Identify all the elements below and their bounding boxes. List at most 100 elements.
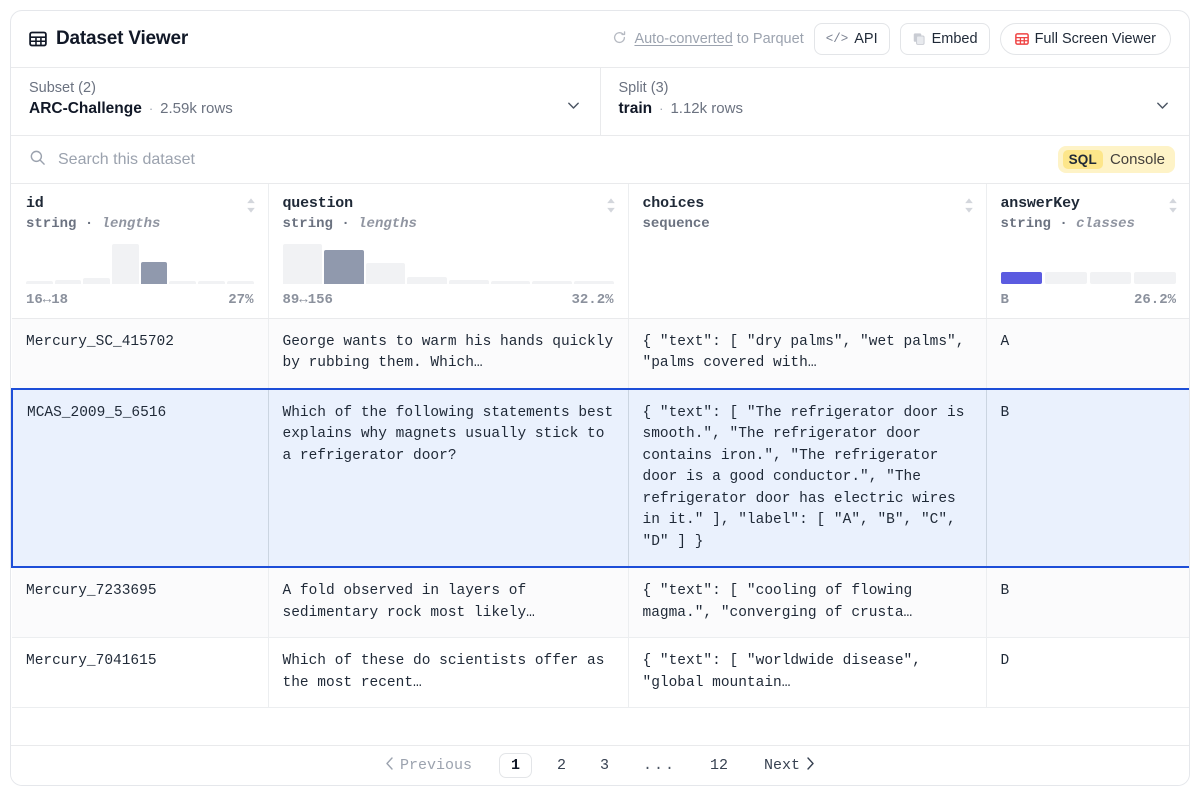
search-input[interactable] bbox=[58, 136, 1058, 183]
chevron-right-icon bbox=[806, 756, 815, 775]
full-screen-viewer-button[interactable]: Full Screen Viewer bbox=[999, 23, 1171, 55]
pagination-page-12[interactable]: 12 bbox=[701, 754, 737, 777]
histogram-bar bbox=[112, 243, 139, 284]
data-table-wrapper: id string · lengths 16↔18 27% question s… bbox=[11, 184, 1189, 745]
column-top-class-answerkey: B bbox=[1000, 291, 1009, 308]
split-selector[interactable]: Split (3) train · 1.12k rows bbox=[599, 68, 1190, 135]
table-body: Mercury_SC_415702 George wants to warm hi… bbox=[11, 318, 1189, 708]
sql-console-button[interactable]: SQL Console bbox=[1057, 146, 1175, 173]
table-grid-icon bbox=[29, 30, 47, 48]
cell-question[interactable]: George wants to warm his hands quickly b… bbox=[268, 318, 629, 389]
column-type-sep: · bbox=[1059, 216, 1068, 232]
column-name-answerkey: answerKey bbox=[1000, 195, 1080, 212]
column-header-question[interactable]: question string · lengths 89↔156 32.2% bbox=[268, 184, 629, 319]
column-pct-answerkey: 26.2% bbox=[1133, 291, 1176, 308]
column-type-suffix: lengths bbox=[358, 216, 417, 232]
pagination-previous[interactable]: Previous bbox=[376, 754, 481, 778]
class-distribution-segment bbox=[1089, 271, 1132, 284]
full-screen-viewer-label: Full Screen Viewer bbox=[1034, 31, 1156, 47]
column-header-answerkey[interactable]: answerKey string · classes B 26.2% bbox=[986, 184, 1189, 319]
class-distribution-segment bbox=[1134, 271, 1176, 284]
dataset-viewer-card: Dataset Viewer Auto-converted to Parquet… bbox=[10, 10, 1190, 786]
cell-choices[interactable]: { "text": [ "The refrigerator door is sm… bbox=[628, 387, 987, 568]
histogram-bar bbox=[83, 277, 111, 284]
pagination-next[interactable]: Next bbox=[755, 754, 824, 778]
class-distribution-segment bbox=[1045, 271, 1087, 284]
search-icon bbox=[29, 149, 46, 171]
subset-selector[interactable]: Subset (2) ARC-Challenge · 2.59k rows bbox=[11, 68, 600, 135]
table-row[interactable]: Mercury_SC_415702 George wants to warm hi… bbox=[12, 318, 1189, 389]
histogram-bar bbox=[324, 249, 364, 284]
cell-answerkey[interactable]: D bbox=[986, 637, 1189, 708]
cell-choices[interactable]: { "text": [ "dry palms", "wet palms", "p… bbox=[628, 318, 987, 389]
column-type-suffix: lengths bbox=[101, 216, 161, 232]
pagination: Previous 1 2 3... 12 Next bbox=[11, 745, 1189, 785]
table-row[interactable]: Mercury_7041615 Which of these do scienti… bbox=[12, 637, 1189, 708]
data-table: id string · lengths 16↔18 27% question s… bbox=[11, 184, 1189, 708]
auto-converted-link[interactable]: Auto-converted bbox=[634, 31, 732, 47]
header-actions: Auto-converted to Parquet </> API Embed bbox=[612, 23, 1171, 55]
cell-answerkey[interactable]: A bbox=[986, 318, 1189, 389]
cell-id[interactable]: Mercury_SC_415702 bbox=[12, 318, 269, 389]
column-stats-answerkey: B 26.2% bbox=[1001, 292, 1177, 308]
column-type-sep: · bbox=[341, 216, 350, 232]
column-type-prefix: sequence bbox=[642, 216, 710, 232]
table-header: id string · lengths 16↔18 27% question s… bbox=[12, 184, 1189, 319]
column-header-choices[interactable]: choices sequence bbox=[628, 184, 987, 319]
sql-console-label: Console bbox=[1109, 151, 1165, 168]
column-type-id: string · lengths bbox=[26, 216, 254, 232]
column-histogram-id bbox=[26, 240, 254, 284]
cell-id[interactable]: Mercury_7041615 bbox=[12, 637, 269, 708]
api-button[interactable]: </> API bbox=[813, 23, 890, 55]
split-separator: · bbox=[659, 101, 664, 116]
histogram-bar bbox=[365, 262, 406, 284]
split-selector-label: Split (3) bbox=[618, 80, 669, 96]
column-header-id[interactable]: id string · lengths 16↔18 27% bbox=[12, 184, 269, 319]
refresh-icon bbox=[612, 30, 627, 49]
cell-answerkey[interactable]: B bbox=[986, 387, 1189, 568]
cell-question[interactable]: A fold observed in layers of sedimentary… bbox=[268, 567, 629, 638]
table-row[interactable]: Mercury_7233695 A fold observed in layers… bbox=[12, 567, 1189, 638]
histogram-bar bbox=[282, 243, 323, 284]
column-stats-id: 16↔18 27% bbox=[26, 292, 254, 308]
auto-converted-notice: Auto-converted to Parquet bbox=[612, 30, 804, 49]
pagination-ellipsis: ... bbox=[643, 757, 677, 774]
cell-id[interactable]: Mercury_7233695 bbox=[12, 567, 269, 638]
column-range-question: 89↔156 bbox=[282, 291, 333, 308]
histogram-bar bbox=[169, 280, 197, 284]
pagination-page-2[interactable]: 2 bbox=[548, 754, 575, 777]
column-histogram-question bbox=[282, 240, 614, 284]
column-type-suffix: classes bbox=[1076, 216, 1135, 232]
table-header-row: id string · lengths 16↔18 27% question s… bbox=[12, 184, 1189, 319]
embed-button[interactable]: Embed bbox=[899, 23, 990, 55]
subset-selector-label: Subset (2) bbox=[29, 80, 96, 96]
cell-choices[interactable]: { "text": [ "cooling of flowing magma.",… bbox=[628, 567, 987, 638]
subset-separator: · bbox=[148, 101, 154, 116]
class-distribution-segment bbox=[1000, 271, 1043, 284]
histogram-bar bbox=[532, 280, 572, 284]
column-type-choices: sequence bbox=[643, 216, 972, 232]
cell-choices[interactable]: { "text": [ "worldwide disease", "global… bbox=[628, 637, 987, 708]
cell-id[interactable]: MCAS_2009_5_6516 bbox=[11, 387, 269, 568]
selectors-row: Subset (2) ARC-Challenge · 2.59k rows Sp… bbox=[11, 68, 1189, 136]
pagination-page-1[interactable]: 1 bbox=[498, 753, 532, 778]
pagination-previous-label: Previous bbox=[399, 757, 472, 774]
histogram-bar bbox=[407, 276, 447, 284]
column-type-prefix: string bbox=[26, 216, 77, 232]
column-stats-question: 89↔156 32.2% bbox=[283, 292, 614, 308]
split-selector-value-row: train · 1.12k rows bbox=[619, 100, 1172, 118]
column-type-prefix: string bbox=[282, 216, 333, 232]
column-name-question: question bbox=[282, 195, 354, 212]
histogram-bar bbox=[26, 280, 53, 284]
column-type-sep: · bbox=[84, 216, 94, 232]
cell-answerkey[interactable]: B bbox=[986, 567, 1189, 638]
pagination-page-3[interactable]: 3 bbox=[591, 754, 618, 777]
pagination-pages: 1 2 3... 12 bbox=[498, 753, 737, 778]
copy-icon bbox=[912, 32, 926, 46]
column-class-distribution-answerkey bbox=[1000, 240, 1176, 284]
cell-question[interactable]: Which of these do scientists offer as th… bbox=[268, 637, 629, 708]
histogram-bar bbox=[490, 280, 531, 284]
table-row[interactable]: MCAS_2009_5_6516 Which of the following s… bbox=[11, 387, 1189, 568]
column-name-id: id bbox=[26, 195, 44, 212]
cell-question[interactable]: Which of the following statements best e… bbox=[268, 387, 629, 568]
